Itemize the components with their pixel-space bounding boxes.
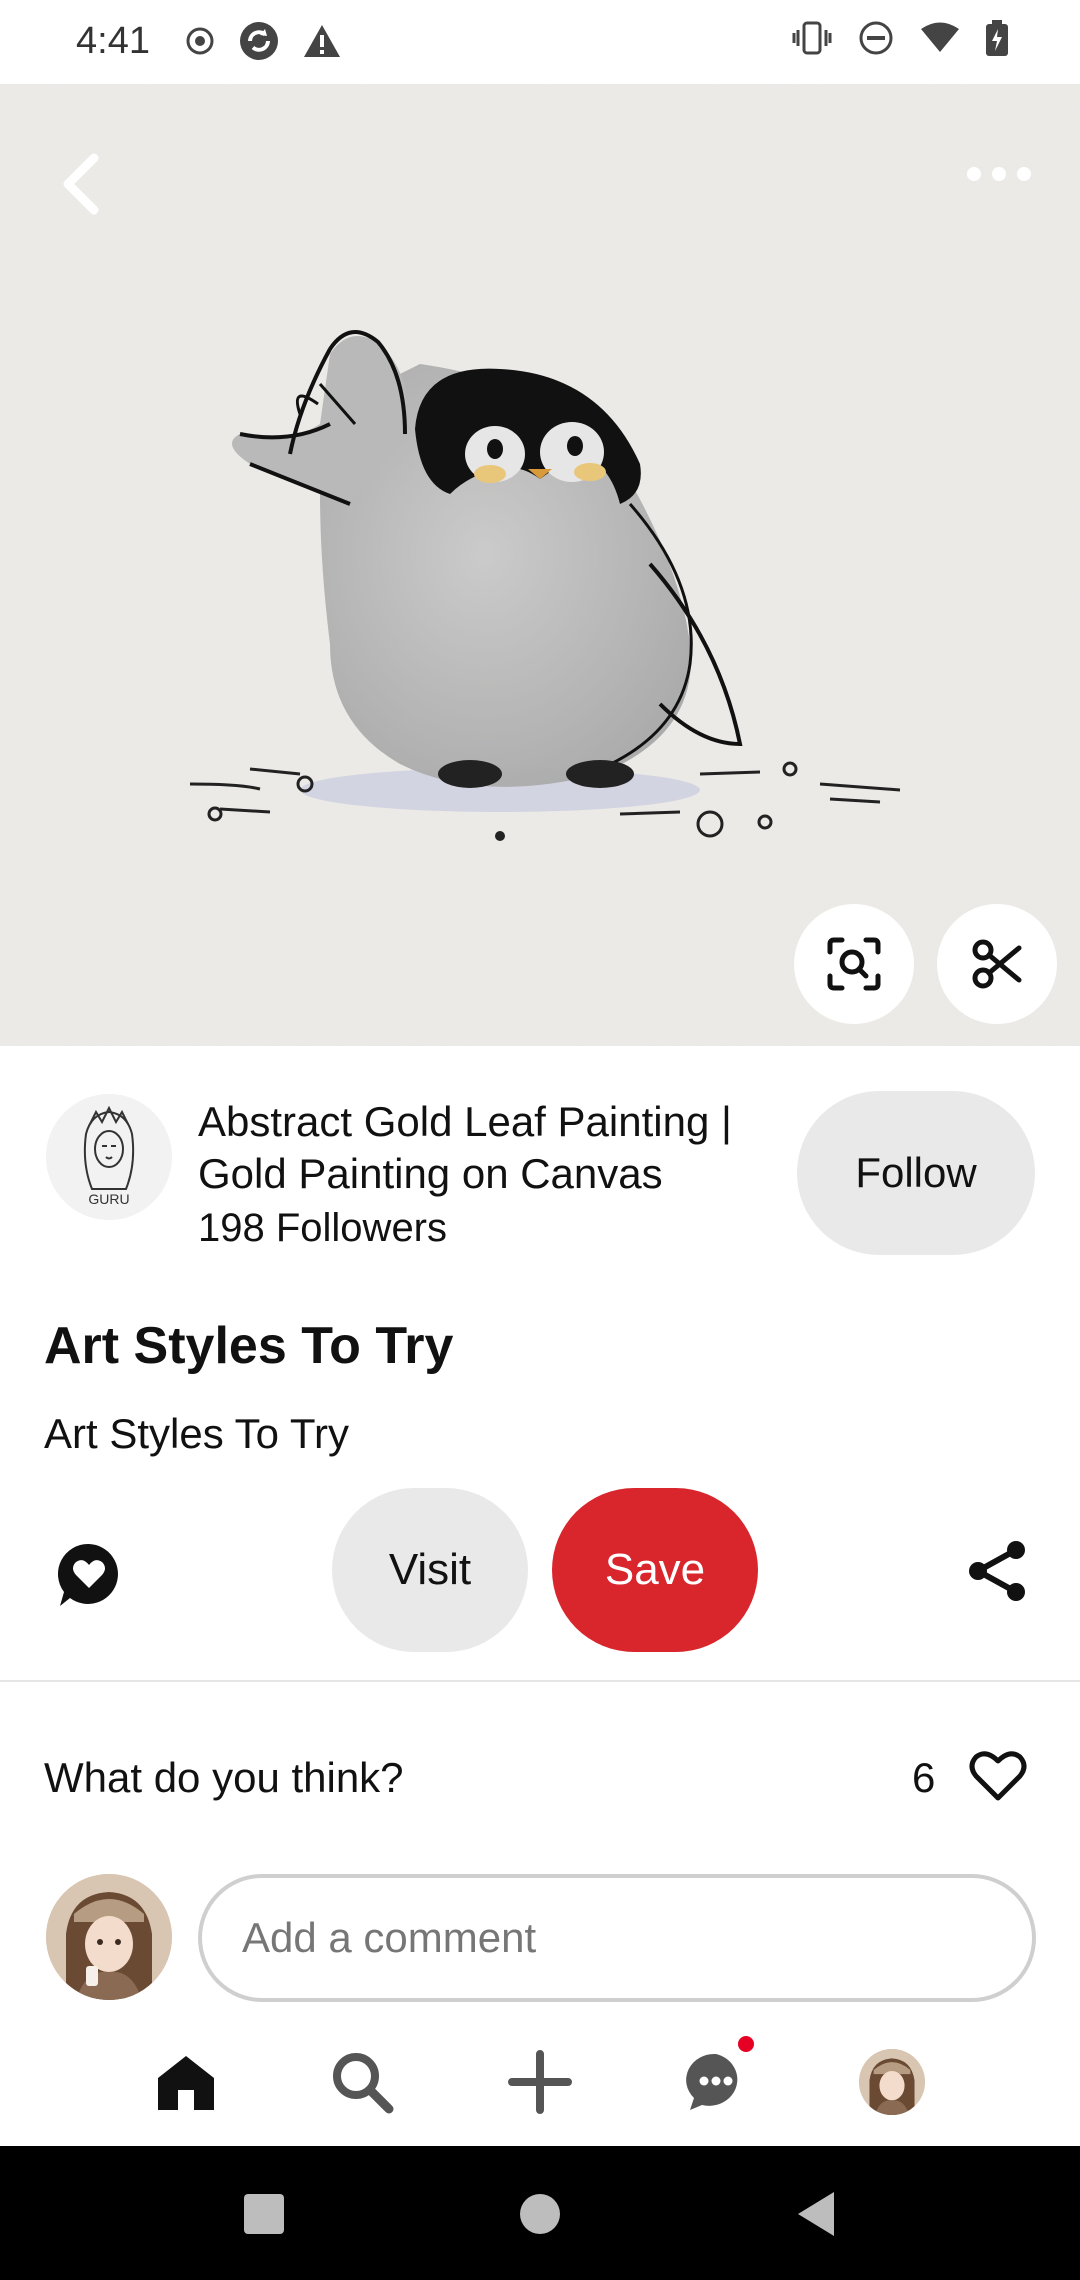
creator-logo: GURU — [46, 1094, 172, 1220]
likes-count: 6 — [912, 1754, 936, 1801]
nav-profile[interactable] — [852, 2042, 932, 2122]
back-button[interactable] — [50, 144, 114, 224]
heart-bubble-icon — [57, 1543, 118, 1606]
system-home-button[interactable] — [508, 2182, 572, 2246]
save-button[interactable]: Save — [552, 1488, 758, 1652]
scissors-icon — [972, 939, 1022, 989]
recents-button[interactable] — [232, 2182, 296, 2246]
section-divider — [0, 1680, 1080, 1682]
vibrate-icon — [792, 21, 832, 55]
visit-button[interactable]: Visit — [332, 1488, 528, 1652]
nav-search[interactable] — [322, 2042, 402, 2122]
triangle-back-icon — [798, 2192, 834, 2236]
nav-messages[interactable] — [676, 2036, 756, 2122]
status-left-icons — [184, 20, 342, 62]
do-not-disturb-icon — [858, 20, 894, 56]
pin-description: Art Styles To Try — [44, 1410, 349, 1457]
share-icon — [969, 1541, 1025, 1601]
chevron-left-icon — [63, 153, 99, 215]
creator-avatar[interactable]: GURU — [46, 1094, 172, 1220]
record-icon — [184, 25, 216, 57]
battery-icon — [986, 20, 1008, 56]
more-options-button[interactable] — [964, 154, 1034, 194]
creator-name[interactable]: Abstract Gold Leaf Painting | Gold Paint… — [198, 1096, 778, 1200]
comments-prompt: What do you think? — [44, 1754, 404, 1801]
system-back-button[interactable] — [784, 2182, 848, 2246]
profile-avatar — [859, 2049, 925, 2115]
user-avatar-image — [46, 1874, 172, 2000]
square-icon — [244, 2194, 284, 2234]
creator-followers: 198 Followers — [198, 1206, 448, 1250]
wifi-icon — [920, 22, 960, 54]
profile-avatar-image — [859, 2049, 925, 2115]
comment-input[interactable] — [198, 1874, 1036, 2002]
status-time: 4:41 — [76, 20, 150, 62]
circle-icon — [520, 2194, 560, 2234]
heart-outline-icon — [969, 1751, 1027, 1801]
share-button[interactable] — [966, 1538, 1030, 1604]
home-icon — [158, 2056, 214, 2110]
system-navigation-bar — [0, 2146, 1080, 2280]
nav-home[interactable] — [146, 2042, 226, 2122]
status-bar: 4:41 — [0, 0, 1080, 84]
cutout-button[interactable] — [937, 904, 1057, 1024]
svg-text:GURU: GURU — [88, 1191, 129, 1207]
comment-reaction-button[interactable] — [54, 1540, 124, 1610]
chat-icon — [686, 2053, 738, 2110]
like-button[interactable] — [968, 1748, 1028, 1804]
creator-row: GURU Abstract Gold Leaf Painting | Gold … — [0, 1046, 1080, 1266]
search-icon — [333, 2053, 394, 2114]
plus-icon — [508, 2050, 572, 2114]
sync-icon — [238, 20, 280, 62]
notification-badge — [738, 2036, 754, 2052]
nav-create[interactable] — [500, 2042, 580, 2122]
warning-icon — [302, 23, 342, 59]
user-avatar — [46, 1874, 172, 2000]
follow-button[interactable]: Follow — [797, 1091, 1035, 1255]
status-right-icons — [792, 20, 1008, 56]
penguin-illustration — [0, 84, 1080, 1046]
pin-title: Art Styles To Try — [44, 1317, 454, 1375]
pin-image[interactable] — [0, 84, 1080, 1046]
bottom-navigation — [0, 2020, 1080, 2146]
more-horizontal-icon — [967, 167, 1031, 181]
lens-icon — [827, 937, 881, 991]
visual-search-button[interactable] — [794, 904, 914, 1024]
